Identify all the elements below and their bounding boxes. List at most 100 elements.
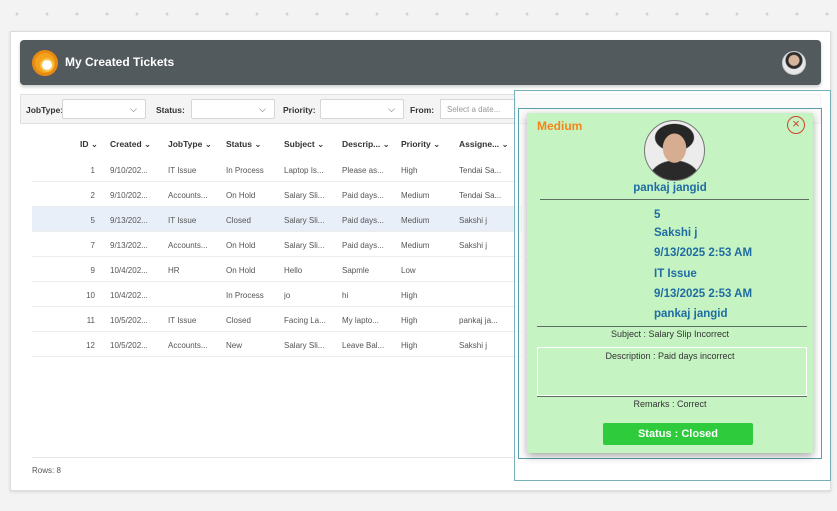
table-cell: hi (342, 291, 349, 300)
table-cell: Tendai Sa... (459, 191, 502, 200)
table-row[interactable]: 10 10/4/202... In Process jo hi High (32, 282, 522, 307)
table-cell: 9/13/202... (110, 216, 148, 225)
table-row[interactable]: 9 10/4/202... HR On Hold Hello Sapmle Low (32, 257, 522, 282)
table-row[interactable]: 1 9/10/202... IT Issue In Process Laptop Is.… (32, 157, 522, 182)
jobtype-label: JobType: (26, 105, 64, 115)
status-button[interactable]: Status : Closed (603, 423, 753, 445)
table-cell: Laptop Is... (284, 166, 324, 175)
table-cell: 10/4/202... (110, 291, 148, 300)
table-cell: 10 (86, 291, 95, 300)
table-row[interactable]: 2 9/10/202... Accounts... On Hold Salary Sli… (32, 182, 522, 207)
column-header-assignee[interactable]: Assigne... ⌄ (459, 139, 509, 150)
table-cell: On Hold (226, 241, 256, 250)
table-cell: 9 (90, 266, 95, 275)
table-cell: 9/10/202... (110, 166, 148, 175)
table-cell: 9/10/202... (110, 191, 148, 200)
table-cell: High (401, 316, 418, 325)
column-header-subject[interactable]: Subject ⌄ (284, 139, 324, 150)
table-cell: In Process (226, 291, 264, 300)
jobtype-select[interactable]: ⌵ (62, 99, 146, 119)
table-cell: In Process (226, 166, 264, 175)
table-cell: Paid days... (342, 216, 384, 225)
table-row[interactable]: 12 10/5/202... Accounts... New Salary Sli...… (32, 332, 522, 357)
column-header-status[interactable]: Status ⌄ (226, 139, 261, 150)
table-cell: 10/5/202... (110, 316, 148, 325)
grid-footer: Rows: 8 (32, 457, 522, 481)
created-date: 9/13/2025 2:53 AM (654, 247, 753, 259)
assignee-name: Sakshi j (654, 227, 698, 239)
table-cell: 5 (90, 216, 95, 225)
table-cell: High (401, 341, 418, 350)
table-cell: Sapmle (342, 266, 370, 275)
table-cell: IT Issue (168, 166, 197, 175)
table-cell: Salary Sli... (284, 191, 325, 200)
table-cell: Paid days... (342, 191, 384, 200)
table-row[interactable]: 7 9/13/202... Accounts... On Hold Salary Sli… (32, 232, 522, 257)
table-cell: Accounts... (168, 191, 208, 200)
table-cell: IT Issue (168, 316, 197, 325)
divider (540, 199, 809, 200)
chevron-down-icon: ⌵ (388, 104, 395, 114)
table-row[interactable]: 11 10/5/202... IT Issue Closed Facing La... M… (32, 307, 522, 332)
creator-name: pankaj jangid (654, 308, 728, 320)
background-dots (0, 0, 837, 28)
table-cell: jo (284, 291, 291, 300)
table-cell: Accounts... (168, 241, 208, 250)
remarks-text: Remarks : Correct (633, 399, 707, 409)
row-count: Rows: 8 (32, 466, 61, 475)
table-cell: 9/13/202... (110, 241, 148, 250)
ticket-id: 5 (654, 209, 661, 221)
table-cell: Medium (401, 191, 430, 200)
table-cell: 7 (90, 241, 95, 250)
table-cell: My lapto... (342, 316, 379, 325)
priority-label: Priority: (283, 105, 316, 115)
ticket-detail-popup: Medium × pankaj jangid 5 Sakshi j 9/13/2… (527, 113, 813, 453)
page-header: My Created Tickets (20, 40, 821, 85)
table-cell: 10/4/202... (110, 266, 148, 275)
table-cell: Leave Bal... (342, 341, 385, 350)
column-header-jobtype[interactable]: JobType ⌄ (168, 139, 212, 150)
logo-icon (32, 50, 58, 76)
divider (537, 326, 807, 327)
table-cell: 2 (90, 191, 95, 200)
table-cell: IT Issue (168, 216, 197, 225)
profile-photo (644, 120, 705, 181)
table-cell: High (401, 291, 418, 300)
column-header-id[interactable]: ID ⌄ (80, 139, 98, 150)
status-label: Status: (156, 105, 185, 115)
description-text: Description : Paid days incorrect (605, 351, 735, 361)
table-cell: Low (401, 266, 416, 275)
column-header-description[interactable]: Descrip... ⌄ (342, 139, 390, 150)
priority-text: Medium (537, 119, 583, 133)
table-cell: Facing La... (284, 316, 326, 325)
table-cell: High (401, 166, 418, 175)
from-label: From: (410, 105, 435, 115)
page-title: My Created Tickets (65, 55, 175, 69)
updated-date: 9/13/2025 2:53 AM (654, 288, 753, 300)
table-cell: 1 (90, 166, 95, 175)
table-cell: Sakshi j (459, 241, 488, 250)
status-select[interactable]: ⌵ (191, 99, 275, 119)
table-cell: Hello (284, 266, 303, 275)
table-cell: On Hold (226, 266, 256, 275)
table-cell: Tendai Sa... (459, 166, 502, 175)
table-cell: New (226, 341, 243, 350)
from-date-input[interactable]: Select a date... (440, 99, 516, 119)
table-cell: Salary Sli... (284, 341, 325, 350)
table-cell: Please as... (342, 166, 384, 175)
tickets-grid: ID ⌄ Created ⌄ JobType ⌄ Status ⌄ Subjec… (32, 131, 522, 455)
table-cell: Salary Sli... (284, 216, 325, 225)
table-cell: Paid days... (342, 241, 384, 250)
chevron-down-icon: ⌵ (130, 104, 137, 114)
table-cell: Medium (401, 241, 430, 250)
user-avatar[interactable] (782, 51, 806, 75)
table-cell: 11 (86, 316, 95, 325)
column-header-created[interactable]: Created ⌄ (110, 139, 151, 150)
close-icon[interactable]: × (787, 116, 805, 134)
table-cell: Closed (226, 316, 251, 325)
column-header-priority[interactable]: Priority ⌄ (401, 139, 440, 150)
priority-select[interactable]: ⌵ (320, 99, 404, 119)
table-cell: Accounts... (168, 341, 208, 350)
table-row[interactable]: 5 9/13/202... IT Issue Closed Salary Sli... P… (32, 207, 522, 232)
table-cell: On Hold (226, 191, 256, 200)
